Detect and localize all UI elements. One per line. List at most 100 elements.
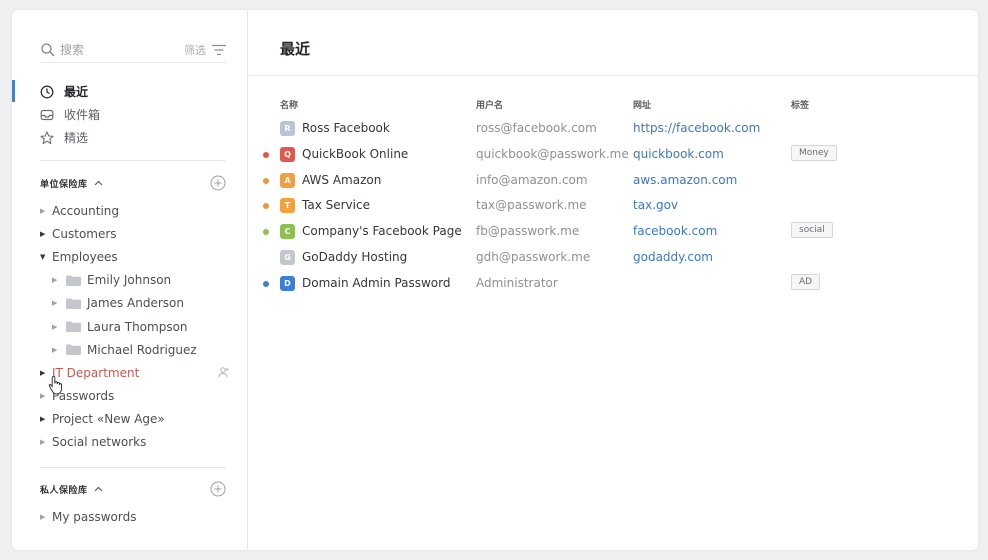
item-name: Domain Admin Password [302,275,451,290]
vault-label: My passwords [52,509,137,524]
inbox-icon [40,109,54,120]
vault-item-employees[interactable]: ▼ Employees [40,245,230,268]
mouse-pointer-hand-icon [48,375,63,395]
folder-label: Laura Thompson [87,319,188,334]
app-window: 搜索 筛选 最近 收件箱 精选 单位保险库 ▶ Accounting ▶ Cus… [12,10,978,550]
main-nav: 最近 收件箱 精选 [40,80,230,149]
item-name: QuickBook Online [302,146,409,161]
item-url-link[interactable]: https://facebook.com [633,121,760,135]
tag-badge[interactable]: Money [791,144,837,161]
password-table-body: R Ross Facebook ross@facebook.com https://f… [249,117,969,298]
vault-label: Accounting [52,203,120,218]
vault-label: Social networks [52,435,147,450]
search-bar[interactable]: 搜索 筛选 [40,37,226,63]
vault-item-it-department[interactable]: ▶ IT Department [40,361,230,384]
item-url-link[interactable]: godaddy.com [633,250,713,264]
vault-label: Project «New Age» [52,412,165,427]
item-avatar-icon: A [280,172,295,188]
org-vault-tree: ▶ Accounting ▶ Customers ▼ Employees ▶ E… [40,199,230,454]
collapse-arrow-icon[interactable]: ▼ [40,253,52,261]
shared-user-icon[interactable] [218,366,230,378]
vault-item-my-passwords[interactable]: ▶ My passwords [40,505,230,528]
filter-label[interactable]: 筛选 [184,42,206,58]
item-username: fb@passwork.me [476,224,580,239]
table-header: 名称 用户名 网址 标签 [280,98,920,112]
vault-label: Employees [52,249,118,264]
item-url-link[interactable]: facebook.com [633,224,717,238]
add-vault-icon[interactable] [210,481,226,497]
star-icon [40,130,54,144]
table-row[interactable]: R Ross Facebook ross@facebook.com https://f… [249,117,969,143]
expand-arrow-icon[interactable]: ▶ [52,346,64,354]
item-name: GoDaddy Hosting [302,249,408,264]
item-url-link[interactable]: tax.gov [633,198,678,212]
column-header-tags[interactable]: 标签 [791,98,809,111]
active-nav-indicator [12,80,15,102]
private-vaults-header[interactable]: 私人保险库 [40,480,230,498]
item-username: tax@passwork.me [476,198,587,213]
item-avatar-icon: Q [280,146,295,162]
folder-label: Michael Rodriguez [87,342,197,357]
expand-arrow-icon[interactable]: ▶ [52,323,64,331]
item-username: ross@facebook.com [476,121,597,135]
nav-item-label: 最近 [64,85,89,99]
vault-item-social-networks[interactable]: ▶ Social networks [40,431,230,454]
chevron-up-icon[interactable] [94,486,103,492]
nav-item-label: 收件箱 [64,108,101,122]
folder-item-laura-thompson[interactable]: ▶ Laura Thompson [40,315,230,338]
vault-item-customers[interactable]: ▶ Customers [40,222,230,245]
column-header-url[interactable]: 网址 [633,98,651,111]
item-url-link[interactable]: quickbook.com [633,147,724,161]
folder-icon [66,321,81,333]
vault-item-passwords[interactable]: ▶ Passwords [40,385,230,408]
item-avatar-icon: T [280,198,295,214]
table-row[interactable]: D Domain Admin Password Administrator AD [249,272,969,298]
column-header-name[interactable]: 名称 [280,98,298,111]
expand-arrow-icon[interactable]: ▶ [40,438,52,446]
folder-item-emily-johnson[interactable]: ▶ Emily Johnson [40,269,230,292]
expand-arrow-icon[interactable]: ▶ [52,299,64,307]
org-vaults-header[interactable]: 单位保险库 [40,174,230,192]
expand-arrow-icon[interactable]: ▶ [52,276,64,284]
expand-arrow-icon[interactable]: ▶ [40,207,52,215]
nav-item-recent[interactable]: 最近 [40,80,230,103]
item-name: Company's Facebook Page [302,224,462,239]
vault-item-accounting[interactable]: ▶ Accounting [40,199,230,222]
nav-item-favorites[interactable]: 精选 [40,126,230,149]
table-row[interactable]: Q QuickBook Online quickbook@passwork.me qu… [249,143,969,169]
expand-arrow-icon[interactable]: ▶ [40,513,52,521]
sidebar: 搜索 筛选 最近 收件箱 精选 单位保险库 ▶ Accounting ▶ Cus… [12,10,248,550]
search-input[interactable]: 搜索 [60,41,184,58]
expand-arrow-icon[interactable]: ▶ [40,230,52,238]
folder-icon [66,344,81,356]
table-row[interactable]: G GoDaddy Hosting gdh@passwork.me godaddy.c… [249,246,969,272]
table-row[interactable]: A AWS Amazon info@amazon.com aws.amazon.com [249,169,969,195]
expand-arrow-icon[interactable]: ▶ [40,415,52,423]
table-row[interactable]: C Company's Facebook Page fb@passwork.me fa… [249,220,969,246]
nav-item-inbox[interactable]: 收件箱 [40,103,230,126]
folder-item-michael-rodriguez[interactable]: ▶ Michael Rodriguez [40,338,230,361]
clock-icon [40,85,54,98]
add-vault-icon[interactable] [210,175,226,191]
header-divider [249,75,978,76]
sidebar-divider [40,160,226,161]
item-url-link[interactable]: aws.amazon.com [633,173,737,187]
filter-icon[interactable] [212,44,226,56]
item-username: quickbook@passwork.me [476,146,629,161]
folder-icon [66,298,81,309]
column-header-username[interactable]: 用户名 [476,98,503,111]
folder-item-james-anderson[interactable]: ▶ James Anderson [40,292,230,315]
item-avatar-icon: R [280,121,295,136]
org-vaults-title: 单位保险库 [40,179,88,190]
vault-label: Customers [52,226,117,241]
item-name: Ross Facebook [302,121,390,135]
main-panel: 最近 名称 用户名 网址 标签 R Ross Facebook ross@faceb… [249,10,978,550]
item-username: info@amazon.com [476,172,588,187]
color-label-dot [263,280,269,287]
tag-badge[interactable]: social [791,222,833,239]
page-title: 最近 [280,40,311,58]
chevron-up-icon[interactable] [94,180,103,186]
tag-badge[interactable]: AD [791,273,821,290]
table-row[interactable]: T Tax Service tax@passwork.me tax.gov [249,194,969,220]
vault-item-project-new-age[interactable]: ▶ Project «New Age» [40,408,230,431]
